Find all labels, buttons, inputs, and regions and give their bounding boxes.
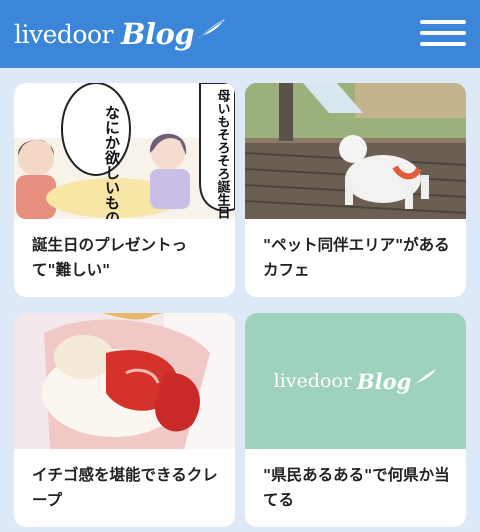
livedoor-blog-logo[interactable]: livedoor Blog: [14, 14, 226, 54]
manga-thumbnail: なにか欲しいものあるー？ 母いもそろそろ誕生日でしょー: [14, 83, 235, 219]
feather-icon: [414, 369, 437, 385]
crepe-photo-thumbnail: [14, 313, 235, 449]
article-card[interactable]: イチゴ感を堪能できるクレープ: [14, 313, 235, 527]
article-card[interactable]: なにか欲しいものあるー？ 母いもそろそろ誕生日でしょー 誕生日のプレゼントって"…: [14, 83, 235, 297]
manga-bubble-1: なにか欲しいものあるー？: [103, 105, 121, 219]
livedoor-blog-logo-thumbnail: livedoor Blog: [245, 313, 466, 449]
hamburger-menu-icon[interactable]: [420, 18, 466, 48]
logo-blog: Blog: [120, 17, 195, 51]
header-bar: livedoor Blog: [0, 0, 480, 68]
thumb-logo-word: livedoor: [273, 370, 352, 392]
dog-photo-thumbnail: [245, 83, 466, 219]
thumb-logo-blog: Blog: [356, 368, 412, 394]
article-card[interactable]: "ペット同伴エリア"があるカフェ: [245, 83, 466, 297]
card-title: "ペット同伴エリア"があるカフェ: [263, 236, 450, 279]
logo-word: livedoor: [14, 19, 113, 49]
card-title: イチゴ感を堪能できるクレープ: [32, 466, 218, 509]
card-title: "県民あるある"で何県か当てる: [263, 466, 450, 509]
manga-bubble-2: 母いもそろそろ誕生日でしょー: [215, 89, 231, 219]
card-title: 誕生日のプレゼントって"難しい": [32, 236, 188, 279]
article-card[interactable]: livedoor Blog "県民あるある"で何県か当てる: [245, 313, 466, 527]
feather-icon: [198, 19, 226, 38]
